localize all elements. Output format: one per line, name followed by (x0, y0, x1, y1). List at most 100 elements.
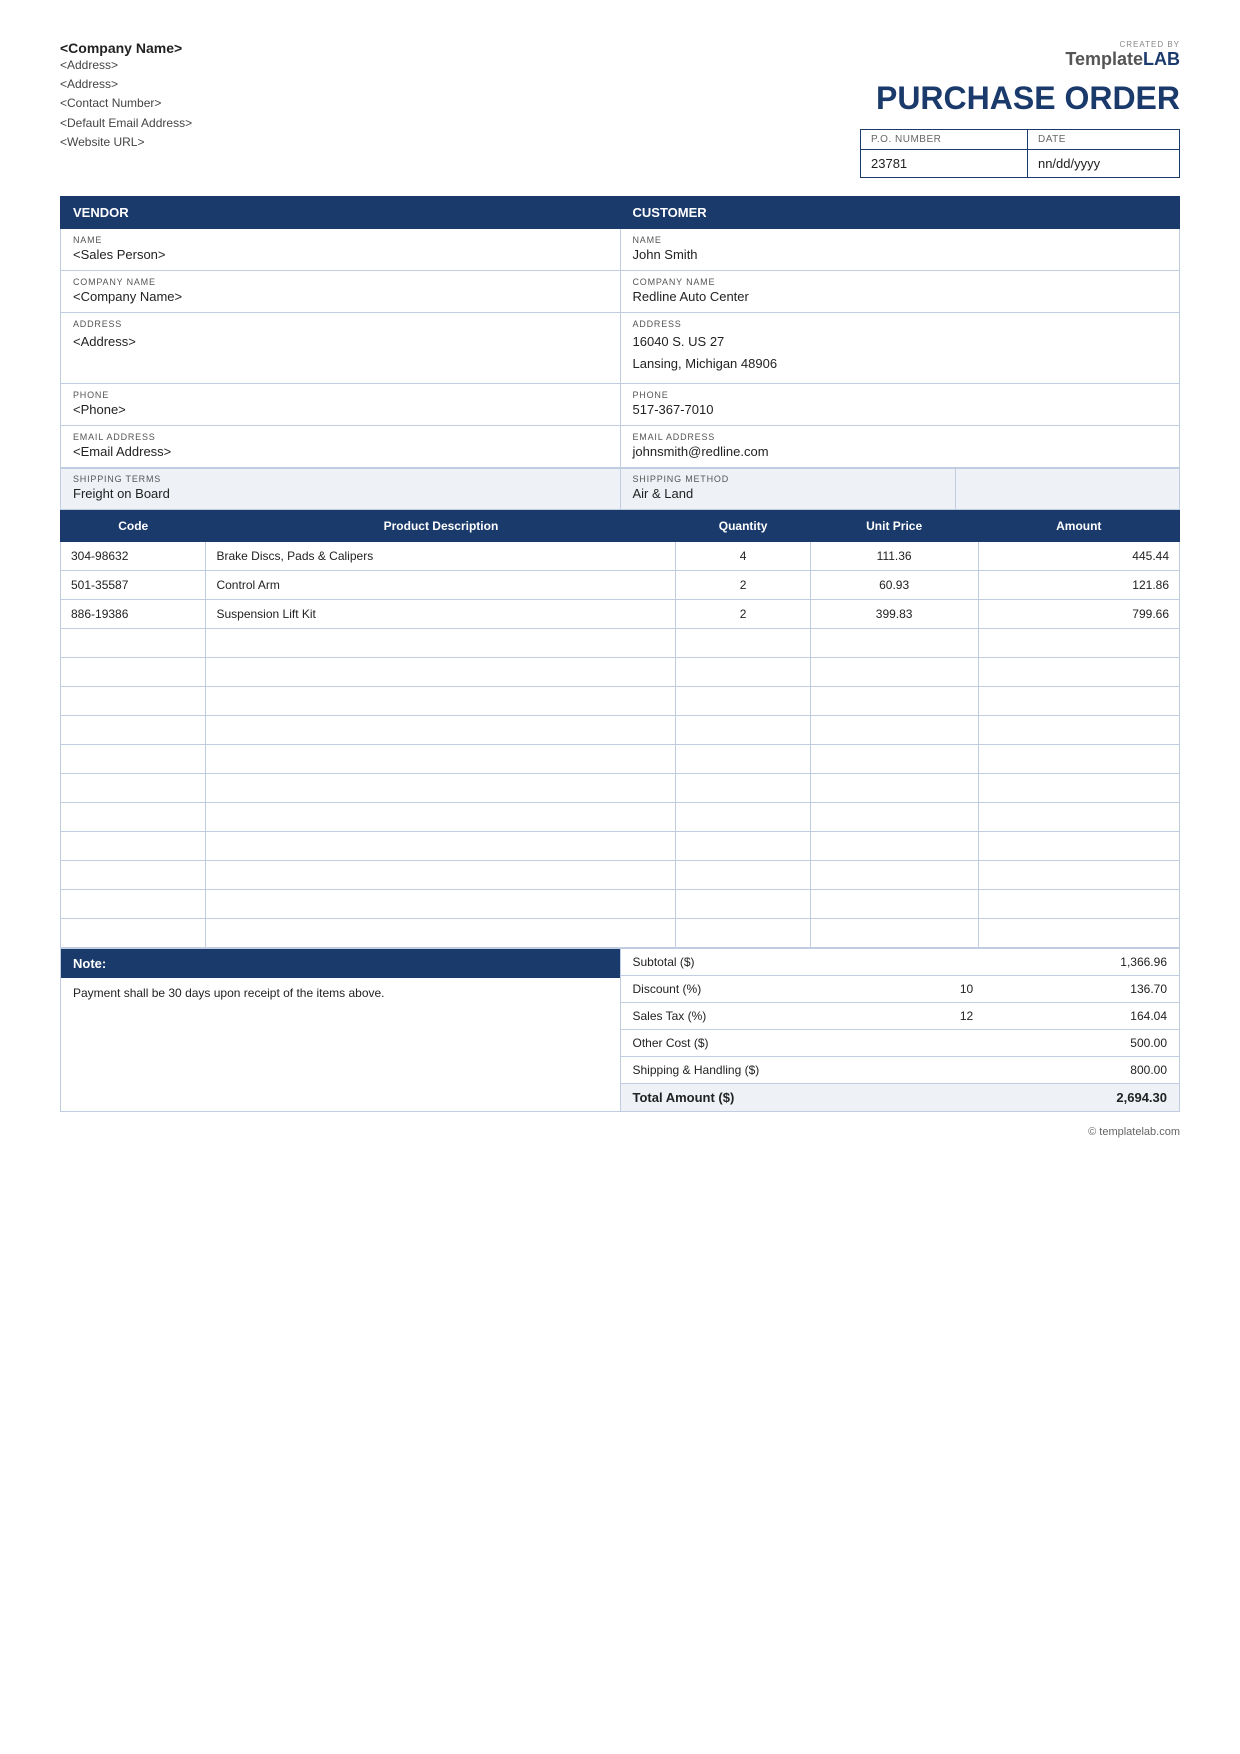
shipping-terms-value: Freight on Board (61, 485, 620, 509)
vendor-name-cell: NAME <Sales Person> (61, 229, 621, 271)
bottom-table: Note: Payment shall be 30 days upon rece… (60, 948, 1180, 1112)
footer-copyright: © templatelab.com (1088, 1126, 1180, 1138)
product-description: Brake Discs, Pads & Calipers (206, 542, 676, 571)
vendor-address-value: <Address> (61, 330, 620, 361)
page-title: PURCHASE ORDER (876, 80, 1180, 117)
subtotal-row: Subtotal ($) 1,366.96 (621, 949, 1180, 976)
customer-company-cell: COMPANY NAME Redline Auto Center (620, 271, 1180, 313)
shipping-method-label: SHIPPING METHOD (621, 469, 956, 485)
vendor-section-header: VENDOR (61, 197, 621, 229)
col-header-quantity: Quantity (676, 511, 810, 542)
tax-label: Sales Tax (%) (633, 1009, 900, 1023)
product-unit-price: 111.36 (810, 542, 978, 571)
empty-amount (978, 832, 1179, 861)
shipping-handling-label: Shipping & Handling ($) (633, 1063, 900, 1077)
shipping-extra-value (956, 485, 1179, 509)
empty-amount (978, 745, 1179, 774)
empty-quantity (676, 919, 810, 948)
customer-email-cell: EMAIL ADDRESS johnsmith@redline.com (620, 426, 1180, 468)
table-row-empty (61, 861, 1180, 890)
shipping-method-value: Air & Land (621, 485, 956, 509)
empty-amount (978, 803, 1179, 832)
po-number-date-table: P.O. NUMBER DATE 23781 nn/dd/yyyy (860, 129, 1180, 178)
vendor-phone-value: <Phone> (61, 401, 620, 425)
empty-code (61, 629, 206, 658)
empty-description (206, 658, 676, 687)
other-cost-label: Other Cost ($) (633, 1036, 900, 1050)
empty-unit-price (810, 919, 978, 948)
col-header-unit-price: Unit Price (810, 511, 978, 542)
empty-amount (978, 687, 1179, 716)
shipping-method-cell: SHIPPING METHOD Air & Land (620, 469, 956, 510)
empty-description (206, 861, 676, 890)
product-quantity: 2 (676, 571, 810, 600)
empty-unit-price (810, 629, 978, 658)
subtotal-value: 1,366.96 (1033, 955, 1167, 969)
company-email: <Default Email Address> (60, 114, 620, 133)
empty-amount (978, 919, 1179, 948)
empty-code (61, 919, 206, 948)
empty-code (61, 687, 206, 716)
vendor-email-label: EMAIL ADDRESS (61, 426, 620, 443)
vendor-phone-label: PHONE (61, 384, 620, 401)
templatelab-logo: CREATED BY TemplateLAB (1065, 40, 1180, 70)
table-row: 886-19386 Suspension Lift Kit 2 399.83 7… (61, 600, 1180, 629)
shipping-handling-row: Shipping & Handling ($) 800.00 (621, 1057, 1180, 1084)
empty-quantity (676, 745, 810, 774)
tax-value: 164.04 (1033, 1009, 1167, 1023)
empty-quantity (676, 890, 810, 919)
customer-name-cell: NAME John Smith (620, 229, 1180, 271)
product-amount: 799.66 (978, 600, 1179, 629)
tax-row: Sales Tax (%) 12 164.04 (621, 1003, 1180, 1030)
product-description: Control Arm (206, 571, 676, 600)
product-amount: 121.86 (978, 571, 1179, 600)
empty-quantity (676, 832, 810, 861)
customer-phone-label: PHONE (621, 384, 1180, 401)
customer-section-header: CUSTOMER (620, 197, 1180, 229)
table-row-empty (61, 890, 1180, 919)
product-quantity: 4 (676, 542, 810, 571)
product-amount: 445.44 (978, 542, 1179, 571)
col-header-amount: Amount (978, 511, 1179, 542)
shipping-extra-cell (956, 469, 1180, 510)
shipping-handling-value: 800.00 (1033, 1063, 1167, 1077)
discount-pct: 10 (900, 982, 1034, 996)
col-header-code: Code (61, 511, 206, 542)
note-cell: Note: Payment shall be 30 days upon rece… (61, 949, 621, 1112)
empty-description (206, 919, 676, 948)
empty-code (61, 774, 206, 803)
table-row: 501-35587 Control Arm 2 60.93 121.86 (61, 571, 1180, 600)
shipping-terms-cell: SHIPPING TERMS Freight on Board (61, 469, 621, 510)
customer-name-label: NAME (621, 229, 1180, 246)
company-info: <Company Name> <Address> <Address> <Cont… (60, 40, 620, 152)
po-number-label: P.O. NUMBER (861, 130, 1028, 150)
table-row-empty (61, 832, 1180, 861)
note-content: Payment shall be 30 days upon receipt of… (61, 978, 620, 1008)
empty-amount (978, 890, 1179, 919)
shipping-terms-label: SHIPPING TERMS (61, 469, 620, 485)
customer-address-cell: ADDRESS 16040 S. US 27 Lansing, Michigan… (620, 313, 1180, 384)
other-cost-row: Other Cost ($) 500.00 (621, 1030, 1180, 1057)
empty-unit-price (810, 774, 978, 803)
product-code: 501-35587 (61, 571, 206, 600)
vendor-email-cell: EMAIL ADDRESS <Email Address> (61, 426, 621, 468)
empty-description (206, 890, 676, 919)
right-header: CREATED BY TemplateLAB PURCHASE ORDER P.… (620, 40, 1180, 178)
total-amount-label: Total Amount ($) (633, 1090, 900, 1105)
empty-code (61, 658, 206, 687)
customer-email-value: johnsmith@redline.com (621, 443, 1180, 467)
date-label: DATE (1027, 130, 1179, 150)
created-by-label: CREATED BY (1065, 40, 1180, 49)
table-row-empty (61, 745, 1180, 774)
empty-quantity (676, 687, 810, 716)
shipping-table: SHIPPING TERMS Freight on Board SHIPPING… (60, 468, 1180, 510)
brand-lab-text: LAB (1143, 49, 1180, 69)
empty-code (61, 861, 206, 890)
vendor-name-value: <Sales Person> (61, 246, 620, 270)
table-row-empty (61, 716, 1180, 745)
empty-unit-price (810, 658, 978, 687)
vendor-company-cell: COMPANY NAME <Company Name> (61, 271, 621, 313)
table-row-empty (61, 687, 1180, 716)
empty-amount (978, 658, 1179, 687)
company-name: <Company Name> (60, 40, 620, 56)
